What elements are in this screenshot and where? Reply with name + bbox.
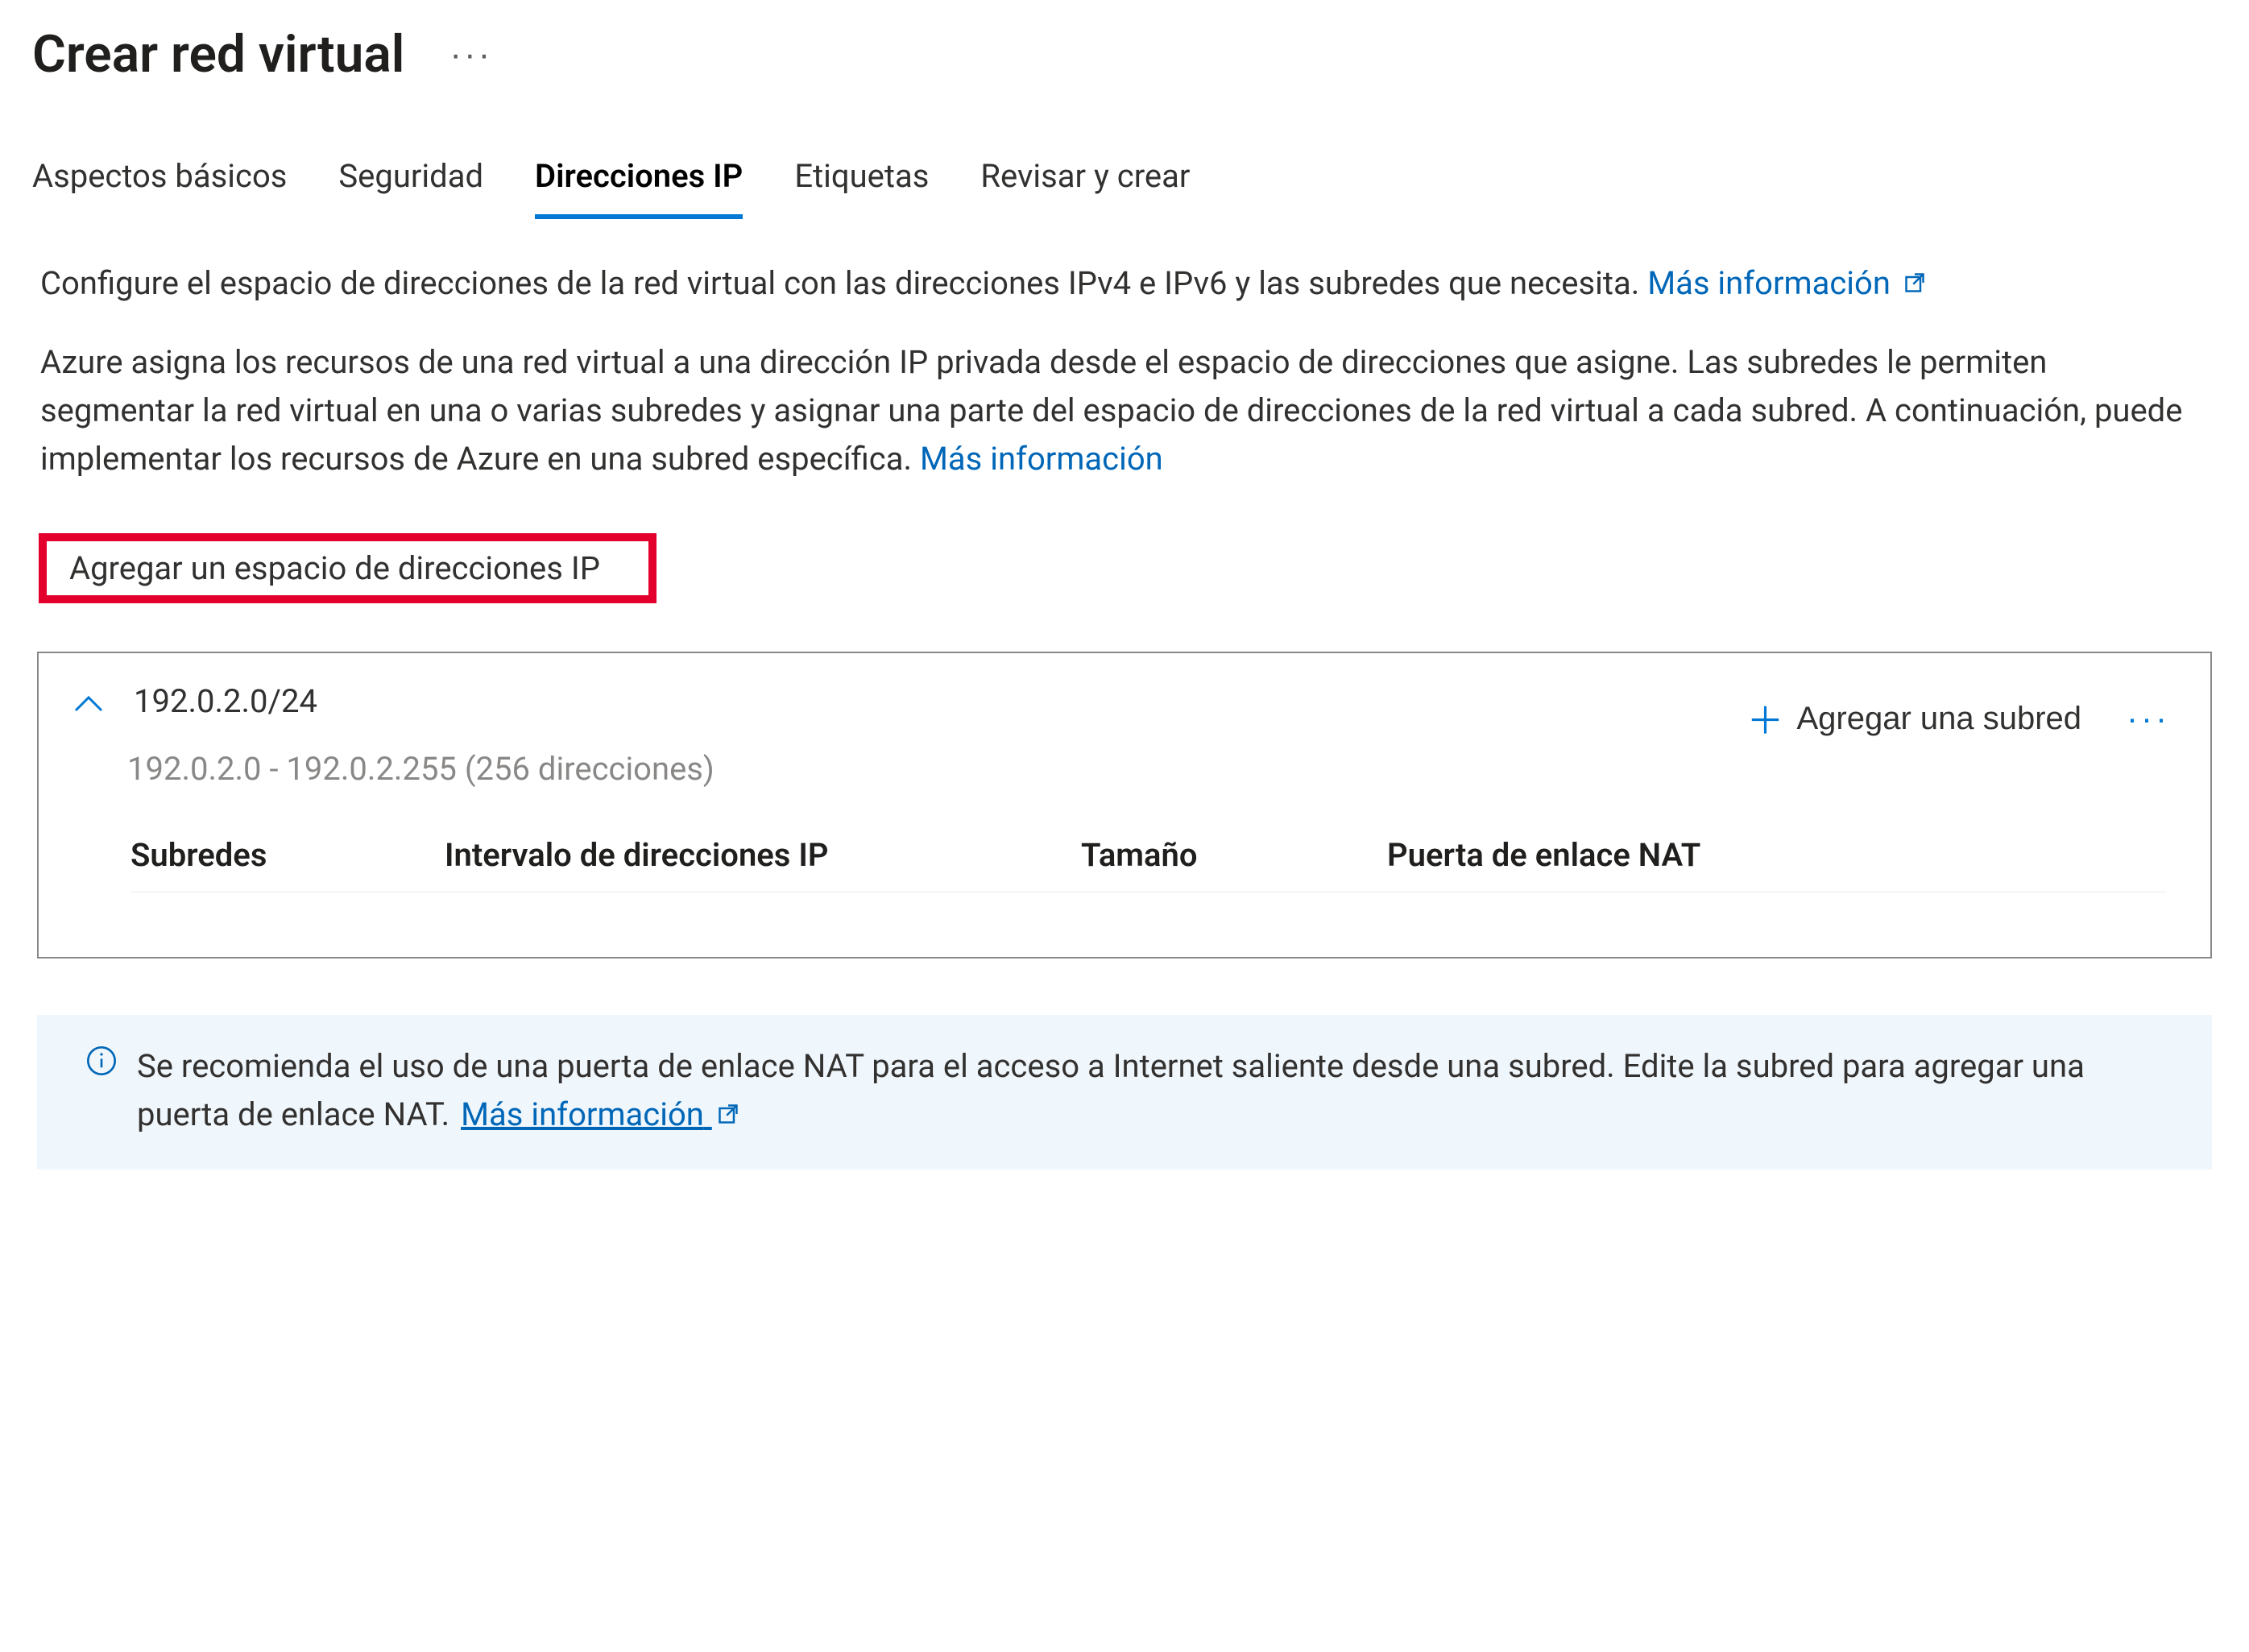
col-subnets: Subredes: [130, 836, 445, 874]
nat-gateway-learn-more-link[interactable]: Más información: [461, 1095, 739, 1133]
intro-learn-more-link-2[interactable]: Más información: [920, 440, 1163, 478]
nat-gateway-info: Se recomienda el uso de una puerta de en…: [37, 1015, 2212, 1170]
address-space-cidr: 192.0.2.0/24: [134, 682, 317, 720]
external-link-icon: [1903, 271, 1926, 294]
col-ip-range: Intervalo de direcciones IP: [445, 836, 1081, 874]
nat-gateway-learn-more-text: Más información: [461, 1095, 704, 1133]
intro-paragraph-1: Configure el espacio de direcciones de l…: [32, 259, 2191, 308]
tab-revisar-y-crear[interactable]: Revisar y crear: [980, 157, 1190, 219]
add-ip-address-space-label: Agregar un espacio de direcciones IP: [69, 549, 600, 587]
intro-paragraph-1-text: Configure el espacio de direcciones de l…: [40, 264, 1639, 302]
subnets-table: Subredes Intervalo de direcciones IP Tam…: [130, 836, 2167, 892]
info-icon: [85, 1042, 118, 1091]
add-subnet-button[interactable]: ＋ Agregar una subred: [1738, 687, 2090, 750]
chevron-up-icon[interactable]: [74, 687, 103, 719]
intro-learn-more-link-1[interactable]: Más información: [1647, 264, 1926, 302]
external-link-icon: [717, 1103, 739, 1125]
address-space-more-button[interactable]: ···: [2122, 698, 2175, 739]
tab-etiquetas[interactable]: Etiquetas: [794, 157, 929, 219]
nat-gateway-info-text-wrap: Se recomienda el uso de una puerta de en…: [137, 1042, 2173, 1139]
col-size: Tamaño: [1081, 836, 1387, 874]
tab-aspectos-basicos[interactable]: Aspectos básicos: [32, 157, 287, 219]
address-space-range: 192.0.2.0 - 192.0.2.255 (256 direcciones…: [127, 750, 2175, 788]
subnets-table-header: Subredes Intervalo de direcciones IP Tam…: [130, 836, 2167, 892]
address-space-card: 192.0.2.0/24 ＋ Agregar una subred ··· 19…: [37, 652, 2212, 958]
tab-seguridad[interactable]: Seguridad: [338, 157, 483, 219]
plus-icon: ＋: [1746, 692, 1783, 745]
intro-paragraph-2: Azure asigna los recursos de una red vir…: [32, 338, 2191, 483]
header-more-button[interactable]: ···: [443, 35, 499, 75]
add-ip-address-space-button[interactable]: Agregar un espacio de direcciones IP: [39, 533, 656, 603]
page-title: Crear red virtual: [32, 24, 404, 85]
add-ip-address-space-highlight: Agregar un espacio de direcciones IP: [39, 533, 656, 603]
tabs: Aspectos básicos Seguridad Direcciones I…: [32, 157, 2217, 219]
add-subnet-label: Agregar una subred: [1796, 701, 2081, 737]
col-nat-gateway: Puerta de enlace NAT: [1387, 836, 2167, 874]
intro-learn-more-1-text: Más información: [1647, 264, 1891, 302]
tab-direcciones-ip[interactable]: Direcciones IP: [535, 157, 743, 219]
nat-gateway-info-text: Se recomienda el uso de una puerta de en…: [137, 1047, 2085, 1133]
